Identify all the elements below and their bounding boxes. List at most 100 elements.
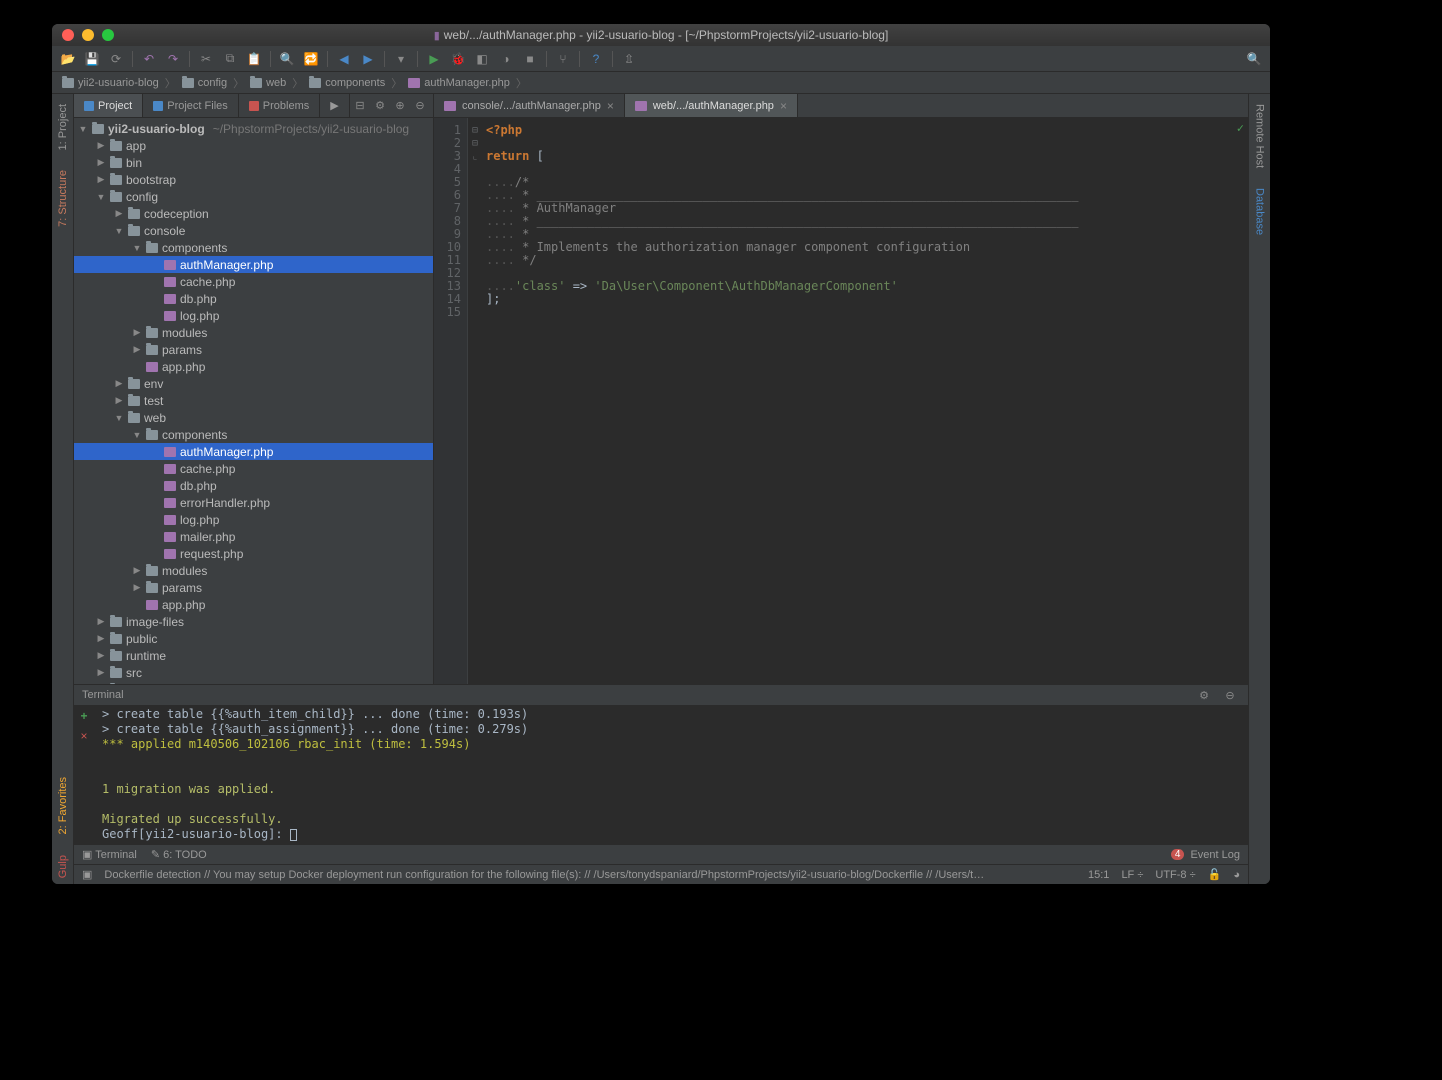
breadcrumb-item[interactable]: components — [305, 77, 389, 89]
locate-icon[interactable]: ⊕ — [391, 97, 409, 115]
tree-node[interactable]: authManager.php — [74, 443, 433, 460]
status-toggle-icon[interactable]: ▣ — [82, 868, 92, 881]
titlebar[interactable]: ▮web/.../authManager.php - yii2-usuario-… — [52, 24, 1270, 46]
more-views-button[interactable]: ▶ — [320, 94, 349, 117]
debug-icon[interactable]: 🐞 — [448, 49, 468, 69]
editor-tab[interactable]: web/.../authManager.php× — [625, 94, 798, 117]
tree-node[interactable]: ▶src — [74, 664, 433, 681]
breadcrumb-item[interactable]: yii2-usuario-blog — [58, 77, 163, 89]
tree-node[interactable]: errorHandler.php — [74, 494, 433, 511]
caret-position[interactable]: 15:1 — [1088, 869, 1109, 881]
breadcrumb-item[interactable]: authManager.php — [404, 77, 514, 89]
gulp-tool-tab[interactable]: Gulp — [55, 849, 71, 884]
hide-panel-icon[interactable]: ⊖ — [411, 97, 429, 115]
terminal-hide-icon[interactable]: ⊖ — [1220, 685, 1240, 705]
editor-body[interactable]: 123456789101112131415 ⊟⊟⌞ ✓ <?php return… — [434, 118, 1248, 684]
problems-tab[interactable]: Problems — [239, 94, 320, 117]
code-area[interactable]: ✓ <?php return [ ..../*.... * __________… — [482, 118, 1248, 684]
redo-icon[interactable]: ↷ — [163, 49, 183, 69]
terminal-tools: + × — [74, 705, 94, 844]
tree-node[interactable]: ▶env — [74, 375, 433, 392]
tree-node[interactable]: log.php — [74, 511, 433, 528]
tree-node[interactable]: ▶bin — [74, 154, 433, 171]
tree-root[interactable]: ▼ yii2-usuario-blog ~/PhpstormProjects/y… — [74, 120, 433, 137]
find-icon[interactable]: 🔍 — [277, 49, 297, 69]
tree-node[interactable]: authManager.php — [74, 256, 433, 273]
tree-node[interactable]: ▶modules — [74, 562, 433, 579]
tree-node[interactable]: app.php — [74, 596, 433, 613]
php-file-icon — [146, 600, 158, 610]
terminal-tab[interactable]: ▣ Terminal — [82, 848, 137, 861]
new-session-icon[interactable]: + — [80, 709, 87, 723]
profile-icon[interactable]: ◑ — [496, 49, 516, 69]
editor-tab[interactable]: console/.../authManager.php× — [434, 94, 625, 117]
stop-icon[interactable]: ■ — [520, 49, 540, 69]
help-icon[interactable]: ? — [586, 49, 606, 69]
fold-gutter[interactable]: ⊟⊟⌞ — [468, 118, 482, 684]
file-encoding[interactable]: UTF-8 ÷ — [1155, 869, 1195, 881]
terminal-header[interactable]: Terminal ⚙ ⊖ — [74, 685, 1248, 705]
deploy-icon[interactable]: ⇫ — [619, 49, 639, 69]
tree-node[interactable]: ▼components — [74, 426, 433, 443]
tree-node[interactable]: ▼components — [74, 239, 433, 256]
database-tool-tab[interactable]: Database — [1252, 182, 1268, 241]
sync-icon[interactable]: ⟳ — [106, 49, 126, 69]
remote-host-tool-tab[interactable]: Remote Host — [1252, 98, 1268, 174]
todo-tab[interactable]: ✎ 6: TODO — [151, 848, 207, 861]
project-tool-tab[interactable]: 1: Project — [55, 98, 71, 156]
favorites-tool-tab[interactable]: 2: Favorites — [55, 771, 71, 840]
tree-node[interactable]: ▶app — [74, 137, 433, 154]
vcs-icon[interactable]: ⑂ — [553, 49, 573, 69]
tree-node[interactable]: ▼web — [74, 409, 433, 426]
collapse-all-icon[interactable]: ⊟ — [351, 97, 369, 115]
tree-node[interactable]: ▶public — [74, 630, 433, 647]
tree-node[interactable]: request.php — [74, 545, 433, 562]
structure-tool-tab[interactable]: 7: Structure — [55, 164, 71, 233]
tree-node[interactable]: ▶image-files — [74, 613, 433, 630]
tree-node[interactable]: log.php — [74, 307, 433, 324]
terminal-settings-icon[interactable]: ⚙ — [1194, 685, 1214, 705]
event-log-tab[interactable]: Event Log — [1190, 849, 1240, 861]
back-icon[interactable]: ◀ — [334, 49, 354, 69]
terminal-output[interactable]: > create table {{%auth_item_child}} ... … — [94, 705, 1248, 844]
breadcrumb-item[interactable]: web — [246, 77, 290, 89]
tree-node[interactable]: ▼console — [74, 222, 433, 239]
close-tab-icon[interactable]: × — [607, 99, 614, 113]
tree-node[interactable]: ▶codeception — [74, 205, 433, 222]
cut-icon[interactable]: ✂ — [196, 49, 216, 69]
breadcrumb-item[interactable]: config — [178, 77, 231, 89]
paste-icon[interactable]: 📋 — [244, 49, 264, 69]
line-ending[interactable]: LF ÷ — [1121, 869, 1143, 881]
tree-node[interactable]: ▶test — [74, 392, 433, 409]
close-tab-icon[interactable]: × — [780, 99, 787, 113]
copy-icon[interactable]: ⧉ — [220, 49, 240, 69]
forward-icon[interactable]: ▶ — [358, 49, 378, 69]
search-everywhere-icon[interactable]: 🔍 — [1244, 49, 1264, 69]
tree-node[interactable]: cache.php — [74, 460, 433, 477]
tree-node[interactable]: cache.php — [74, 273, 433, 290]
run-icon[interactable]: ▶ — [424, 49, 444, 69]
tree-node[interactable]: db.php — [74, 290, 433, 307]
project-files-tab[interactable]: Project Files — [143, 94, 239, 117]
tree-node[interactable]: ▶runtime — [74, 647, 433, 664]
tree-node[interactable]: app.php — [74, 358, 433, 375]
replace-icon[interactable]: 🔁 — [301, 49, 321, 69]
project-tab[interactable]: Project — [74, 94, 143, 117]
inspector-icon[interactable]: ◕ — [1233, 869, 1240, 881]
close-session-icon[interactable]: × — [80, 729, 87, 743]
tree-node[interactable]: db.php — [74, 477, 433, 494]
open-file-icon[interactable]: 📂 — [58, 49, 78, 69]
coverage-icon[interactable]: ◧ — [472, 49, 492, 69]
save-all-icon[interactable]: 💾 — [82, 49, 102, 69]
undo-icon[interactable]: ↶ — [139, 49, 159, 69]
tree-node[interactable]: ▶bootstrap — [74, 171, 433, 188]
project-tree[interactable]: ▼ yii2-usuario-blog ~/PhpstormProjects/y… — [74, 118, 433, 684]
run-config-dropdown[interactable]: ▾ — [391, 49, 411, 69]
tree-node[interactable]: ▼config — [74, 188, 433, 205]
tree-node[interactable]: ▶modules — [74, 324, 433, 341]
settings-gear-icon[interactable]: ⚙ — [371, 97, 389, 115]
tree-node[interactable]: ▶params — [74, 341, 433, 358]
tree-node[interactable]: mailer.php — [74, 528, 433, 545]
lock-icon[interactable]: 🔓 — [1208, 868, 1222, 881]
tree-node[interactable]: ▶params — [74, 579, 433, 596]
